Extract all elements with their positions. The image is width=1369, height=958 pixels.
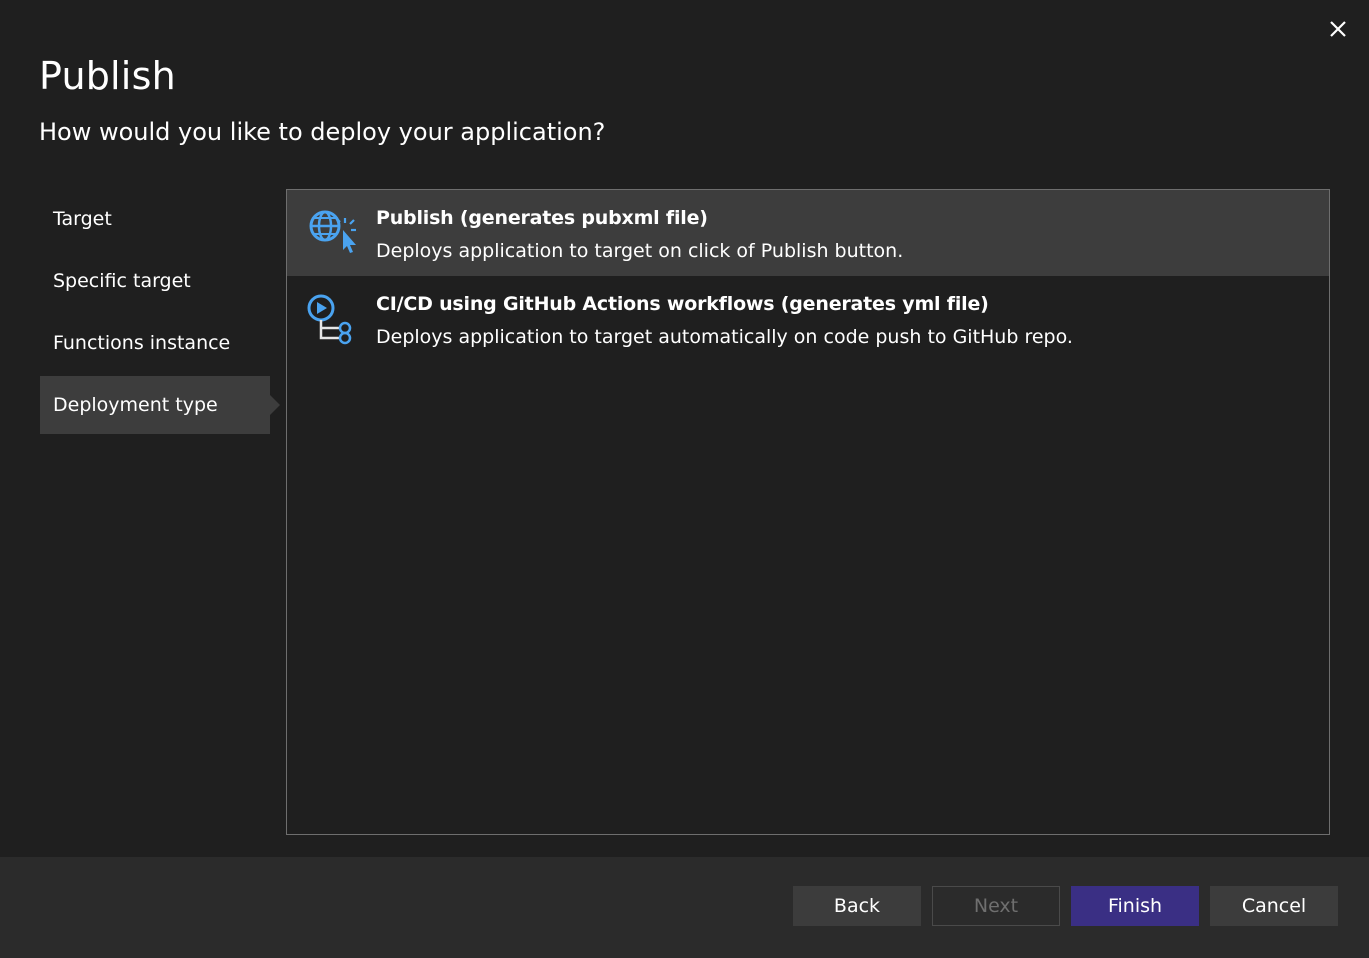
wizard-steps: Target Specific target Functions instanc… bbox=[40, 190, 280, 438]
step-label: Target bbox=[53, 208, 112, 230]
step-specific-target[interactable]: Specific target bbox=[40, 252, 270, 310]
deployment-options-list: Publish (generates pubxml file) Deploys … bbox=[286, 189, 1330, 835]
dialog-title: Publish bbox=[39, 54, 176, 98]
option-title: Publish (generates pubxml file) bbox=[376, 207, 708, 229]
finish-button[interactable]: Finish bbox=[1071, 886, 1199, 926]
option-title: CI/CD using GitHub Actions workflows (ge… bbox=[376, 293, 989, 315]
dialog-subtitle: How would you like to deploy your applic… bbox=[39, 118, 606, 146]
close-button[interactable] bbox=[1323, 14, 1353, 44]
option-description: Deploys application to target on click o… bbox=[376, 240, 904, 262]
step-label: Specific target bbox=[53, 270, 191, 292]
globe-cursor-icon bbox=[309, 210, 356, 253]
next-button[interactable]: Next bbox=[932, 886, 1060, 926]
close-icon bbox=[1330, 21, 1346, 37]
cancel-button[interactable]: Cancel bbox=[1210, 886, 1338, 926]
dialog-footer: Back Next Finish Cancel bbox=[0, 857, 1369, 958]
step-functions-instance[interactable]: Functions instance bbox=[40, 314, 270, 372]
workflow-icon bbox=[307, 294, 352, 345]
step-label: Functions instance bbox=[53, 332, 231, 354]
step-target[interactable]: Target bbox=[40, 190, 270, 248]
step-deployment-type[interactable]: Deployment type bbox=[40, 376, 280, 434]
option-description: Deploys application to target automatica… bbox=[376, 326, 1073, 348]
back-button[interactable]: Back bbox=[793, 886, 921, 926]
publish-dialog: Publish How would you like to deploy you… bbox=[0, 0, 1369, 958]
step-label: Deployment type bbox=[53, 394, 218, 416]
option-publish-pubxml[interactable]: Publish (generates pubxml file) Deploys … bbox=[287, 190, 1329, 276]
option-github-actions[interactable]: CI/CD using GitHub Actions workflows (ge… bbox=[287, 276, 1329, 362]
